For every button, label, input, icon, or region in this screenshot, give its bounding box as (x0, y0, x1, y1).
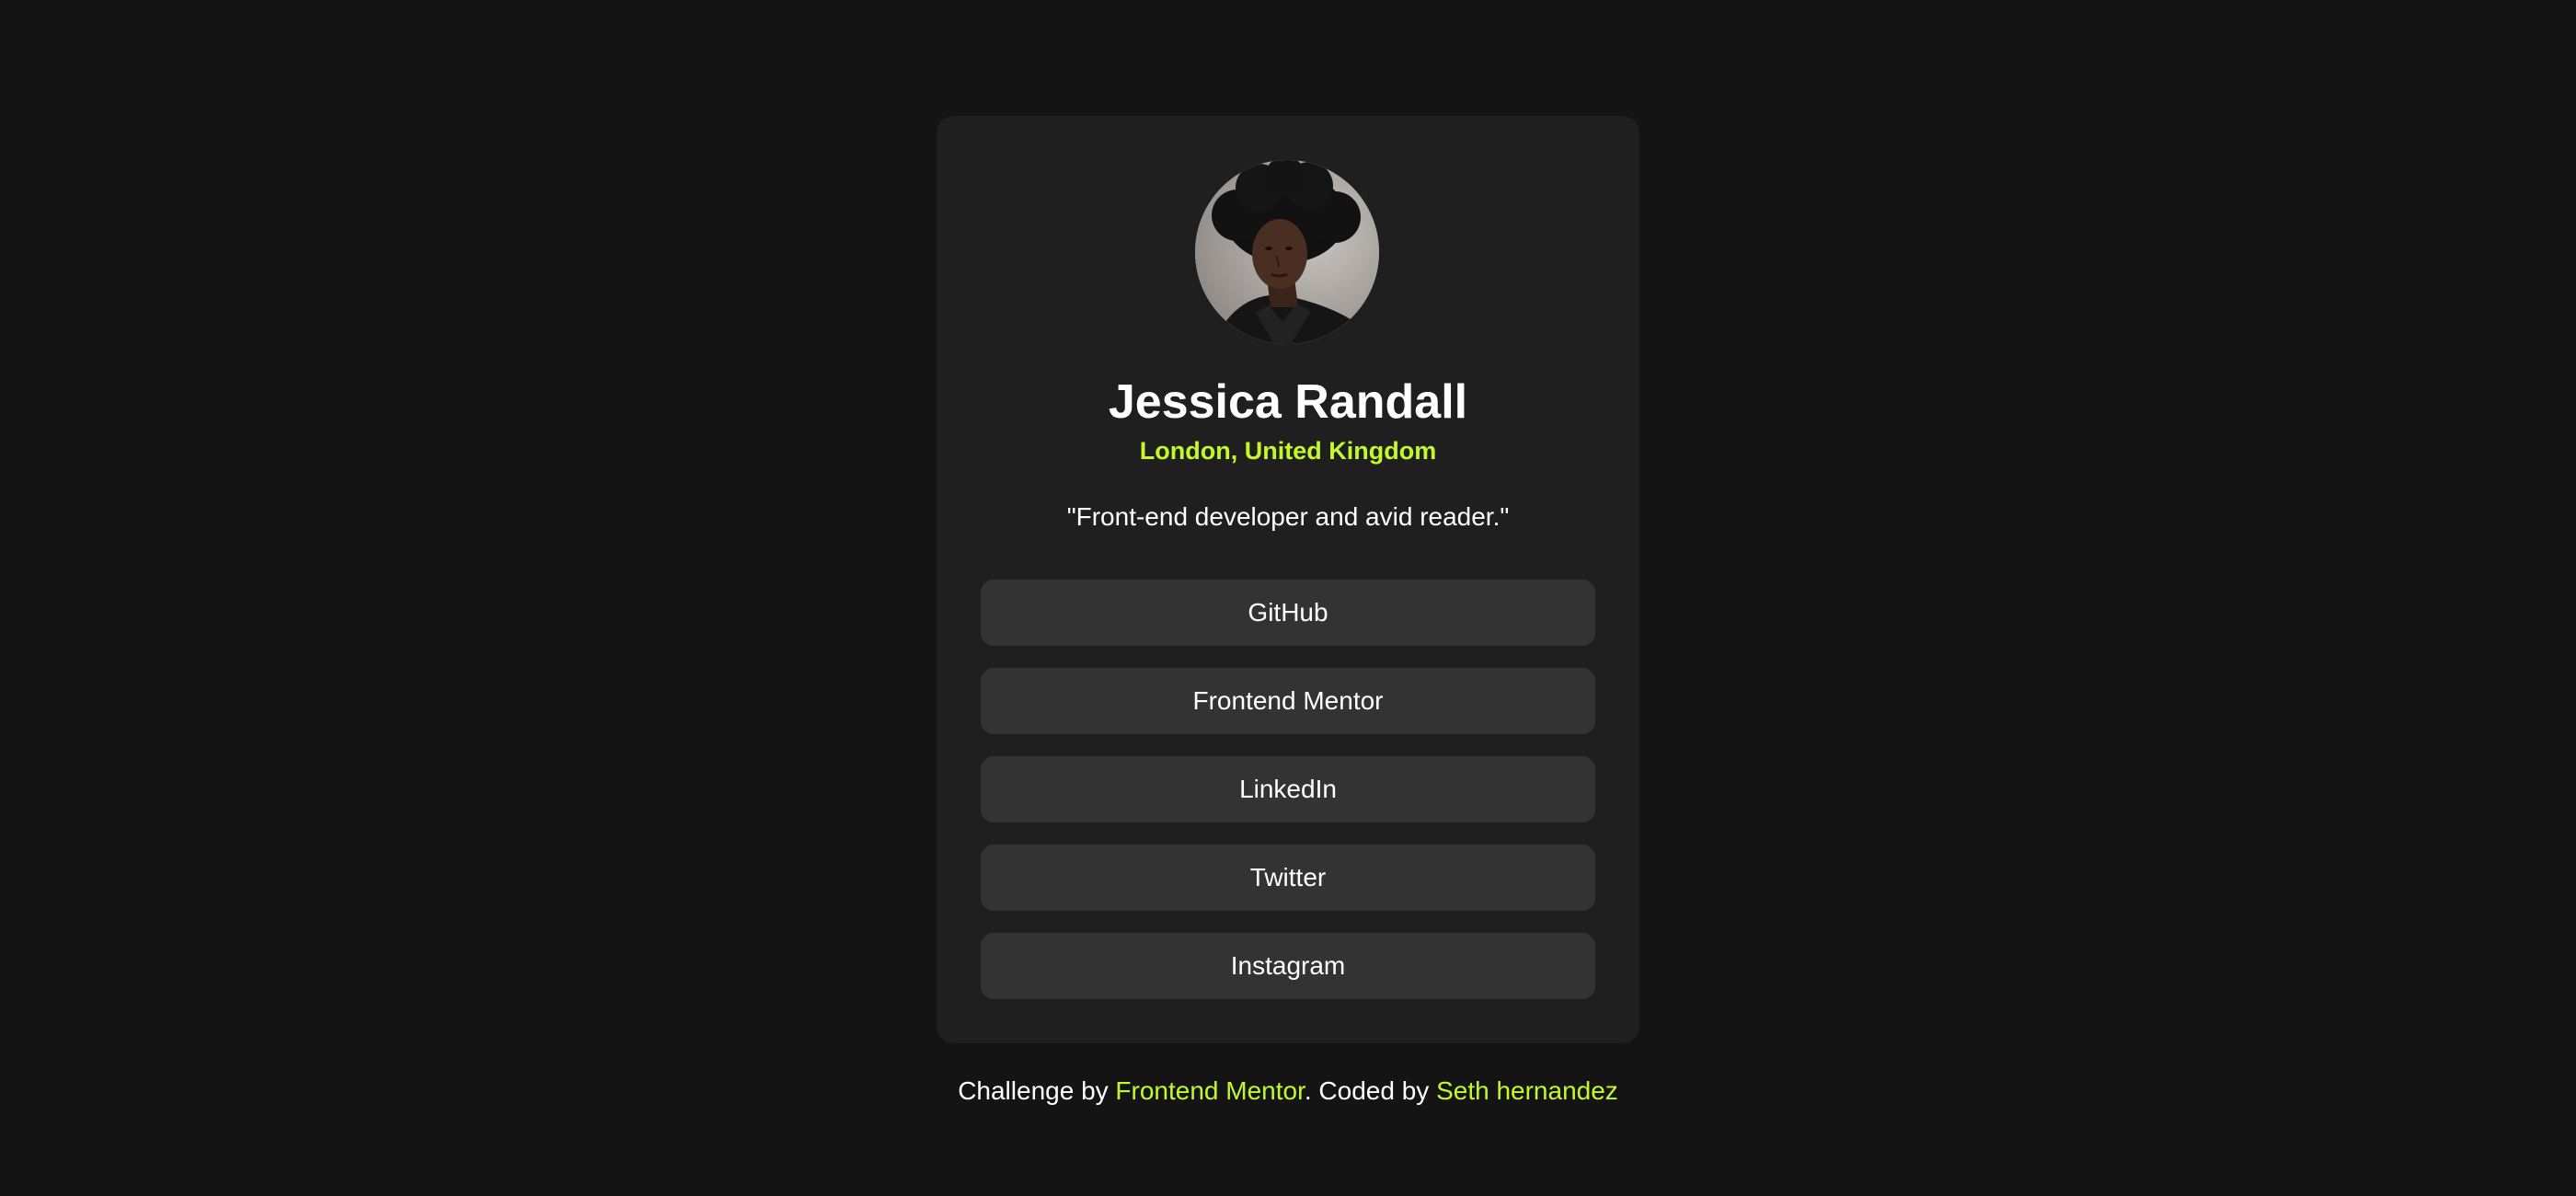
avatar-portrait (1195, 160, 1379, 344)
twitter-link-button[interactable]: Twitter (981, 845, 1595, 911)
list-item: Frontend Mentor (981, 668, 1595, 734)
avatar (1195, 160, 1379, 344)
list-item: GitHub (981, 580, 1595, 646)
footer-prefix: Challenge by (958, 1076, 1116, 1105)
list-item: Twitter (981, 845, 1595, 911)
frontend-mentor-link-button[interactable]: Frontend Mentor (981, 668, 1595, 734)
author-link[interactable]: Seth hernandez (1436, 1076, 1618, 1105)
attribution-footer: Challenge by Frontend Mentor. Coded by S… (0, 1071, 2576, 1111)
profile-bio: "Front-end developer and avid reader." (1066, 502, 1510, 531)
list-item: LinkedIn (981, 756, 1595, 822)
footer-middle: . Coded by (1304, 1076, 1437, 1105)
instagram-link-button[interactable]: Instagram (981, 933, 1595, 999)
linkedin-link-button[interactable]: LinkedIn (981, 756, 1595, 822)
profile-location: London, United Kingdom (1139, 437, 1437, 465)
list-item: Instagram (981, 933, 1595, 999)
challenge-link[interactable]: Frontend Mentor (1115, 1076, 1304, 1105)
social-links-list: GitHub Frontend Mentor LinkedIn Twitter … (981, 580, 1595, 1021)
profile-name: Jessica Randall (1108, 375, 1468, 429)
page: Jessica Randall London, United Kingdom "… (0, 0, 2576, 1196)
github-link-button[interactable]: GitHub (981, 580, 1595, 646)
profile-card: Jessica Randall London, United Kingdom "… (937, 116, 1639, 1043)
